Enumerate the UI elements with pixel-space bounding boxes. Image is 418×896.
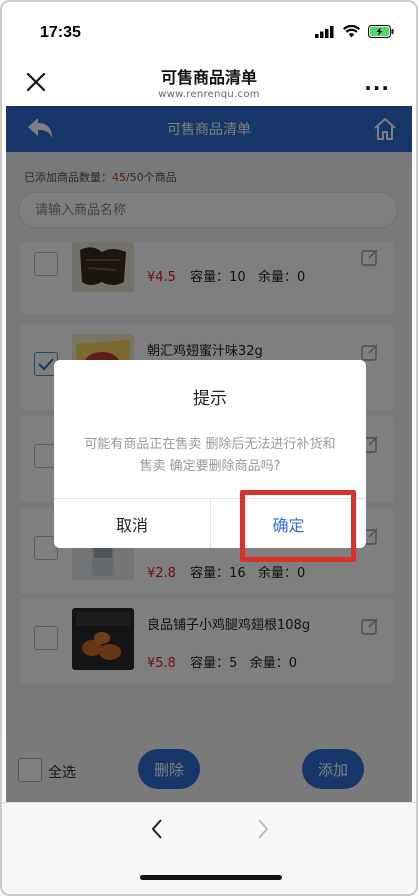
highlight-annotation — [240, 490, 356, 562]
dialog-title: 提示 — [193, 389, 227, 409]
status-bar: 17:35 — [2, 2, 416, 58]
browser-header: 可售商品清单 www.renrenqu.com ... — [2, 58, 416, 106]
home-indicator — [140, 875, 282, 880]
status-icons — [315, 25, 394, 38]
browser-url: www.renrenqu.com — [158, 89, 260, 100]
browser-title: 可售商品清单 — [160, 68, 257, 87]
cancel-button[interactable]: 取消 — [54, 499, 210, 548]
browser-title-group: 可售商品清单 www.renrenqu.com — [2, 64, 416, 100]
browser-back-icon[interactable] — [148, 817, 166, 841]
dialog-message: 可能有商品正在售卖 删除后无法进行补货和售卖 确定要删除商品吗? — [84, 437, 336, 474]
browser-nav-bar — [2, 802, 416, 894]
status-time: 17:35 — [40, 24, 81, 41]
signal-icon — [315, 25, 334, 38]
battery-charging-icon — [368, 25, 394, 38]
browser-forward-icon[interactable] — [254, 817, 272, 841]
wifi-icon — [343, 25, 360, 38]
phone-frame: 17:35 可售商品清单 www.renrenqu.com ... 请输入商品名… — [0, 0, 418, 896]
more-options-button[interactable]: ... — [364, 71, 390, 95]
